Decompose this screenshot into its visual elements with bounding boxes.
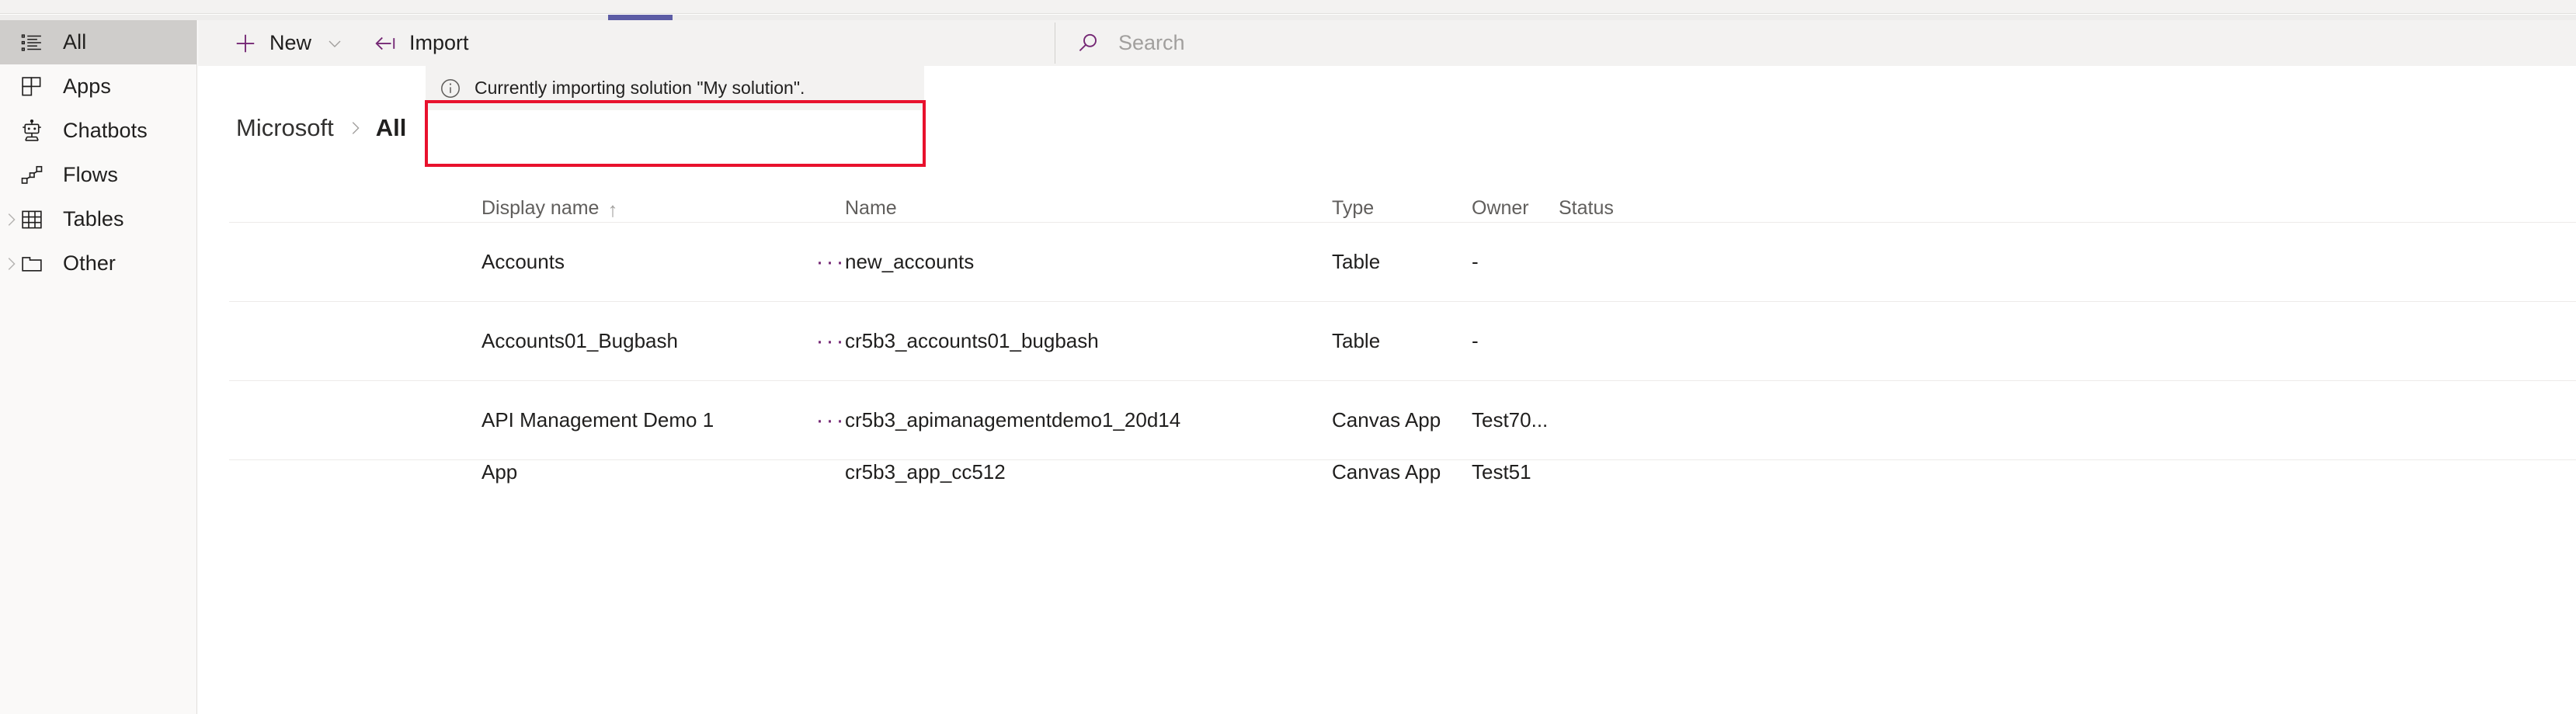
sort-ascending-icon: ↑ (607, 198, 618, 221)
column-header-display-name[interactable]: Display name ↑ (481, 188, 808, 222)
active-tab-indicator (608, 15, 673, 20)
robot-icon (19, 119, 45, 143)
cell-display-name: App (481, 460, 518, 484)
sidebar-item-other[interactable]: Other (0, 241, 196, 286)
table-header-row: Display name ↑ Name Type Owner Status (229, 188, 2576, 223)
breadcrumb-current: All (375, 114, 407, 141)
breadcrumb-root[interactable]: Microsoft (236, 114, 334, 142)
chevron-right-icon[interactable] (0, 211, 22, 228)
sidebar-item-apps[interactable]: Apps (0, 64, 196, 109)
sidebar-item-label: Chatbots (63, 119, 148, 142)
column-header-label: Display name (481, 197, 600, 219)
column-header-name[interactable]: Name (845, 188, 1303, 222)
more-options-icon: ··· (815, 248, 846, 275)
cell-name: cr5b3_app_cc512 (845, 460, 1006, 484)
cell-status (1559, 381, 1753, 459)
sidebar-item-all[interactable]: All (0, 20, 196, 64)
import-status-message: Currently importing solution "My solutio… (475, 78, 805, 98)
table-icon (19, 208, 45, 231)
cell-display-name: Accounts (481, 250, 565, 273)
power-apps-solution-explorer: All Apps Chatbots Flows Tables Other New… (0, 0, 2576, 714)
table-row[interactable]: App cr5b3_app_cc512 Canvas App Test51 (229, 460, 2576, 496)
column-header-status[interactable]: Status (1559, 188, 1753, 222)
chevron-right-icon[interactable] (0, 255, 22, 272)
cell-status (1559, 302, 1753, 380)
table-row[interactable]: Accounts01_Bugbash ··· cr5b3_accounts01_… (229, 302, 2576, 381)
sidebar-item-label: All (63, 30, 87, 54)
import-status-banner: Currently importing solution "My solutio… (426, 66, 924, 110)
sidebar-item-label: Flows (63, 163, 119, 186)
table-row[interactable]: Accounts ··· new_accounts Table - (229, 223, 2576, 302)
top-strip (0, 0, 2576, 14)
chevron-right-icon (346, 120, 363, 137)
column-header-label: Owner (1472, 197, 1529, 219)
sidebar-item-chatbots[interactable]: Chatbots (0, 109, 196, 153)
sidebar: All Apps Chatbots Flows Tables Other (0, 20, 197, 714)
table-row[interactable]: API Management Demo 1 ··· cr5b3_apimanag… (229, 381, 2576, 460)
flow-icon (19, 164, 45, 187)
cell-name: cr5b3_apimanagementdemo1_20d14 (845, 408, 1181, 432)
search-box[interactable] (1055, 23, 1330, 64)
solution-objects-table: Display name ↑ Name Type Owner Status Ac… (229, 188, 2576, 496)
cell-name: cr5b3_accounts01_bugbash (845, 329, 1099, 352)
breadcrumb: Microsoft All (236, 114, 406, 142)
sidebar-item-label: Other (63, 251, 116, 275)
info-icon (440, 78, 461, 99)
cell-status (1559, 223, 1753, 301)
folder-icon (19, 252, 45, 276)
sidebar-item-tables[interactable]: Tables (0, 197, 196, 241)
more-options-icon: ··· (815, 328, 846, 354)
command-bar: New Import (198, 20, 2576, 66)
content-area: Microsoft All Display name ↑ Name Type O… (198, 66, 2576, 714)
column-header-label: Status (1559, 197, 1614, 219)
chevron-down-icon[interactable] (325, 34, 344, 53)
cell-display-name: API Management Demo 1 (481, 408, 714, 432)
search-icon (1076, 32, 1100, 55)
list-icon (19, 31, 45, 54)
command-buttons: New Import (226, 20, 477, 66)
cell-status (1559, 460, 1753, 496)
search-input[interactable] (1117, 30, 1298, 56)
top-strip-underline (0, 15, 2576, 20)
plus-icon (234, 32, 257, 55)
import-arrow-icon (374, 32, 397, 55)
sidebar-item-label: Tables (63, 207, 124, 230)
column-header-label: Name (845, 197, 897, 219)
cell-display-name: Accounts01_Bugbash (481, 329, 678, 352)
import-button-label: Import (409, 31, 469, 54)
cell-name: new_accounts (845, 250, 975, 273)
column-header-label: Type (1332, 197, 1375, 219)
new-button[interactable]: New (226, 20, 352, 66)
sidebar-item-flows[interactable]: Flows (0, 153, 196, 197)
sidebar-item-label: Apps (63, 75, 111, 98)
apps-icon (19, 75, 45, 99)
import-button[interactable]: Import (366, 20, 477, 66)
new-button-label: New (269, 31, 312, 54)
more-options-icon: ··· (815, 407, 846, 433)
